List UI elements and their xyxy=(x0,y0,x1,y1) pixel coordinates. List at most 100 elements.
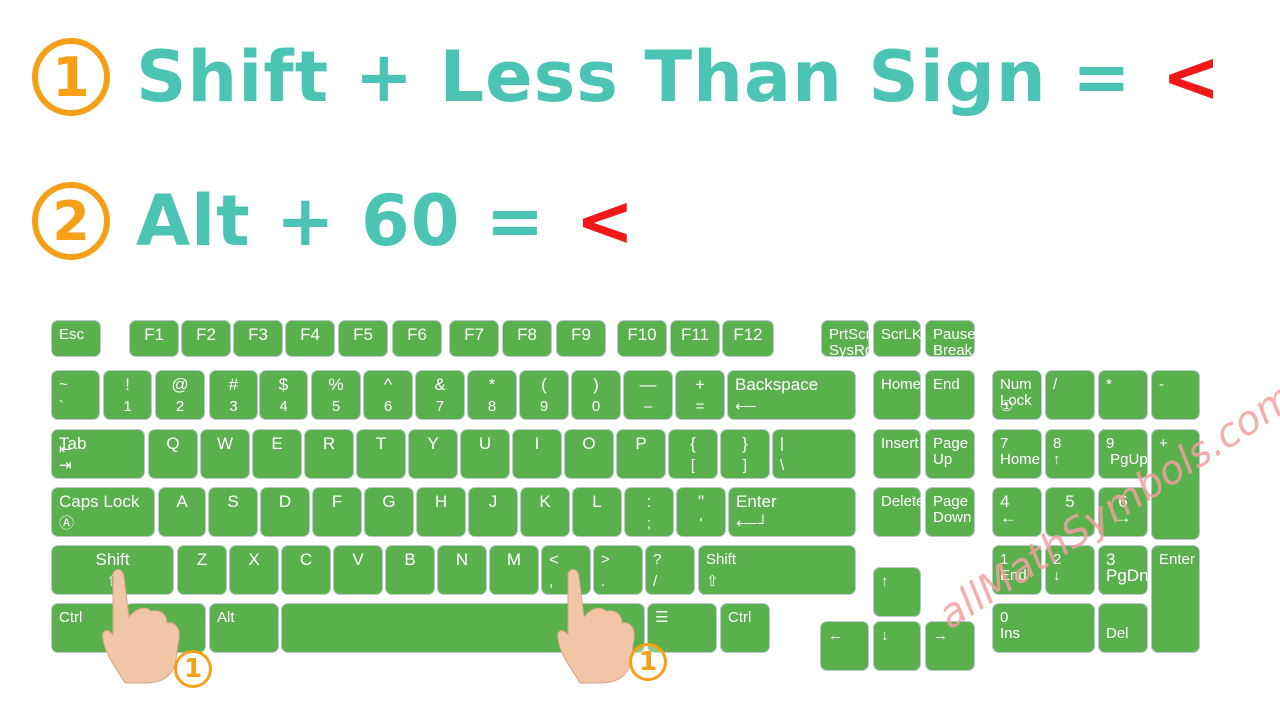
key-sublabel: ⇤ ⇥ xyxy=(59,441,72,474)
key-m[interactable]: M xyxy=(489,545,539,595)
key-g[interactable]: G xyxy=(364,487,414,537)
key-f11[interactable]: F11 xyxy=(670,320,720,357)
key-k[interactable]: K xyxy=(520,487,570,537)
key-end[interactable]: End xyxy=(925,370,975,420)
key-f4[interactable]: F4 xyxy=(285,320,335,357)
key-u[interactable]: U xyxy=(460,429,510,479)
key-sublabel: 4 xyxy=(279,398,288,415)
method-text: Shift + Less Than Sign = xyxy=(136,36,1132,118)
key-*[interactable]: * xyxy=(1098,370,1148,420)
number-badge: 1 xyxy=(32,38,110,116)
key-↓[interactable]: ↓ xyxy=(873,621,921,671)
key-shift[interactable]: Shift ⇧ xyxy=(698,545,856,595)
key-#[interactable]: #3 xyxy=(209,370,258,420)
key-r[interactable]: R xyxy=(304,429,354,479)
key-num-lock[interactable]: Num Lock ① xyxy=(992,370,1042,420)
key-f1[interactable]: F1 xyxy=(129,320,179,357)
key-scrlk⬇[interactable]: ScrLK⬇ xyxy=(873,320,934,357)
key-x[interactable]: X xyxy=(229,545,279,595)
step-marker: 1 xyxy=(629,643,667,681)
key-f3[interactable]: F3 xyxy=(233,320,283,357)
key-![interactable]: ! 1 xyxy=(103,370,152,420)
key-label: E xyxy=(271,434,283,453)
key-f[interactable]: F xyxy=(312,487,362,537)
key-%[interactable]: % 5 xyxy=(311,370,361,420)
key-insert[interactable]: Insert xyxy=(873,429,921,479)
key-label: Caps Lock xyxy=(59,492,140,511)
key-{[interactable]: {[ xyxy=(668,429,718,479)
key-*[interactable]: * 8 xyxy=(467,370,517,420)
key-0-ins[interactable]: 0 Ins xyxy=(992,603,1095,653)
key-a[interactable]: A xyxy=(158,487,206,537)
key-tab[interactable]: Tab ⇤ ⇥ xyxy=(51,429,145,479)
key-+[interactable]: + = xyxy=(675,370,725,420)
key-y[interactable]: Y xyxy=(408,429,458,479)
key-e[interactable]: E xyxy=(252,429,302,479)
key-sublabel: ⟵ xyxy=(735,398,757,415)
key-f10[interactable]: F10 xyxy=(617,320,667,357)
key-j[interactable]: J xyxy=(468,487,518,537)
key-enter[interactable]: Enter xyxy=(1151,545,1200,653)
key-f8[interactable]: F8 xyxy=(502,320,552,357)
key-label: H xyxy=(434,492,448,511)
key-}[interactable]: }] xyxy=(720,429,770,479)
key-7-home[interactable]: 7 Home xyxy=(992,429,1042,479)
key-←[interactable]: ← xyxy=(820,621,869,671)
key-h[interactable]: H xyxy=(416,487,466,537)
key-$[interactable]: $4 xyxy=(259,370,308,420)
key-8-↑[interactable]: 8 ↑ xyxy=(1045,429,1095,479)
key-page-up[interactable]: Page Up xyxy=(925,429,975,479)
key-|[interactable]: | \ xyxy=(772,429,856,479)
key-o[interactable]: O xyxy=(564,429,614,479)
key-—[interactable]: — – xyxy=(623,370,673,420)
key-pause-break[interactable]: Pause Break xyxy=(925,320,976,359)
key-p[interactable]: P xyxy=(616,429,666,479)
key-s[interactable]: S xyxy=(208,487,258,537)
key-label: A xyxy=(176,492,188,511)
key-f12[interactable]: F12 xyxy=(722,320,774,357)
key-q[interactable]: Q xyxy=(148,429,198,479)
key-c[interactable]: C xyxy=(281,545,331,595)
key-f7[interactable]: F7 xyxy=(449,320,499,357)
key-~[interactable]: ~ ` xyxy=(51,370,100,420)
key-enter[interactable]: Enter ⟵┘ xyxy=(728,487,856,537)
key-([interactable]: (9 xyxy=(519,370,569,420)
key-ctrl[interactable]: Ctrl xyxy=(720,603,770,653)
key-prtscn-sysrq[interactable]: PrtScn SysRq xyxy=(821,320,874,359)
key-4-←[interactable]: 4 ← xyxy=(992,487,1042,537)
key-home[interactable]: Home xyxy=(873,370,921,420)
key-delete[interactable]: Delete xyxy=(873,487,924,537)
key-)[interactable]: ) 0 xyxy=(571,370,621,420)
key-f2[interactable]: F2 xyxy=(181,320,231,357)
result-symbol: < xyxy=(1161,36,1221,118)
key-esc[interactable]: Esc xyxy=(51,320,101,357)
key--[interactable]: - xyxy=(1151,370,1200,420)
key--del[interactable]: Del xyxy=(1098,603,1148,653)
key-d[interactable]: D xyxy=(260,487,310,537)
key-f5[interactable]: F5 xyxy=(338,320,388,357)
key-page-down[interactable]: Page Down xyxy=(925,487,975,537)
key-label: Insert xyxy=(881,435,919,452)
key-l[interactable]: L xyxy=(572,487,622,537)
key-&[interactable]: & 7 xyxy=(415,370,465,420)
key-/[interactable]: / xyxy=(1045,370,1095,420)
key-sublabel: ⇧ xyxy=(706,573,719,590)
key-@[interactable]: @2 xyxy=(155,370,205,420)
key-"[interactable]: " ' xyxy=(676,487,726,537)
method-1: 1 Shift + Less Than Sign = < xyxy=(32,36,1220,118)
key-3-pgdn[interactable]: 3 PgDn xyxy=(1098,545,1149,595)
key-t[interactable]: T xyxy=(356,429,406,479)
key-i[interactable]: I xyxy=(512,429,562,479)
key-f9[interactable]: F9 xyxy=(556,320,606,357)
key-backspace[interactable]: Backspace ⟵ xyxy=(727,370,856,420)
key-w[interactable]: W xyxy=(200,429,250,479)
key-:[interactable]: :; xyxy=(624,487,674,537)
key-b[interactable]: B xyxy=(385,545,435,595)
key-caps-lock[interactable]: Caps Lock Ⓐ xyxy=(51,487,155,537)
key-^[interactable]: ^ 6 xyxy=(363,370,413,420)
key-↑[interactable]: ↑ xyxy=(873,567,921,617)
key-v[interactable]: V xyxy=(333,545,383,595)
key-alt[interactable]: Alt xyxy=(209,603,279,653)
key-n[interactable]: N xyxy=(437,545,487,595)
key-f6[interactable]: F6 xyxy=(392,320,442,357)
